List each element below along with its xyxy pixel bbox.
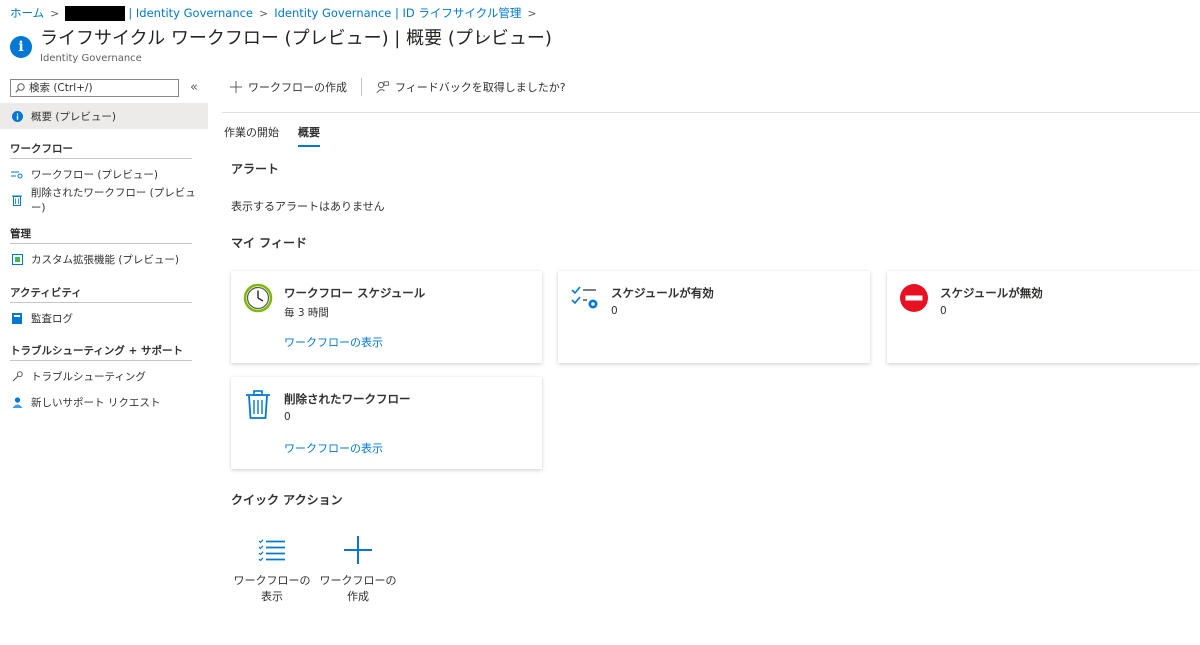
sidebar-item-label: カスタム拡張機能 (プレビュー) bbox=[31, 253, 180, 266]
quick-action-label-line1: ワークフローの bbox=[233, 574, 311, 587]
sidebar-item-label: トラブルシューティング bbox=[31, 370, 146, 383]
card-title: 削除されたワークフロー bbox=[284, 392, 411, 406]
sidebar-item-label: 新しいサポート リクエスト bbox=[31, 396, 161, 409]
sidebar-item-deleted-workflows[interactable]: 削除されたワークフロー (プレビュー) bbox=[0, 187, 208, 214]
wrench-icon bbox=[11, 370, 23, 382]
card-title: ワークフロー スケジュール bbox=[284, 286, 426, 300]
sidebar-item-support-request[interactable]: 新しいサポート リクエスト bbox=[0, 389, 208, 415]
clock-icon bbox=[243, 283, 273, 313]
sidebar-item-overview[interactable]: 概要 (プレビュー) bbox=[0, 103, 208, 129]
feed-heading: マイ フィード bbox=[231, 236, 307, 250]
sidebar-item-label: 監査ログ bbox=[31, 312, 73, 325]
card-value: 0 bbox=[611, 305, 618, 317]
collapse-sidebar-button[interactable]: « bbox=[190, 80, 198, 95]
sidebar-search[interactable] bbox=[10, 79, 179, 97]
sidebar-item-label: 削除されたワークフロー (プレビュー) bbox=[30, 187, 196, 214]
workflow-schedule-card: ワークフロー スケジュール 毎 3 時間 ワークフローの表示 bbox=[231, 271, 542, 363]
sidebar-item-audit-logs[interactable]: 監査ログ bbox=[0, 305, 208, 331]
alerts-empty-message: 表示するアラートはありません bbox=[231, 200, 385, 213]
sidebar-item-troubleshooting[interactable]: トラブルシューティング bbox=[0, 363, 208, 389]
view-workflows-link[interactable]: ワークフローの表示 bbox=[284, 440, 383, 456]
card-title: スケジュールが無効 bbox=[940, 286, 1043, 300]
chevron-right-icon: > bbox=[527, 6, 537, 20]
breadcrumb-tenant[interactable]: | Identity Governance bbox=[128, 6, 253, 20]
card-title: スケジュールが有効 bbox=[611, 286, 714, 300]
redacted-tenant-name bbox=[65, 5, 126, 21]
workflow-icon bbox=[11, 168, 23, 180]
quick-action-label-line2: 作成 bbox=[347, 590, 369, 603]
card-value: 毎 3 時間 bbox=[284, 307, 329, 319]
checklist-gear-icon bbox=[570, 283, 600, 313]
view-workflows-link[interactable]: ワークフローの表示 bbox=[284, 334, 383, 350]
trash-icon bbox=[11, 194, 23, 206]
sidebar-item-label: 概要 (プレビュー) bbox=[31, 110, 117, 123]
feedback-button[interactable]: フィードバックを取得しましたか? bbox=[368, 79, 574, 95]
sidebar-section-workflow: ワークフロー bbox=[10, 139, 192, 159]
card-value: 0 bbox=[284, 411, 291, 423]
plus-icon bbox=[230, 81, 242, 93]
breadcrumb: ホーム > | Identity Governance > Identity G… bbox=[10, 5, 543, 21]
quick-action-view-workflows[interactable]: ワークフローの 表示 bbox=[232, 535, 312, 605]
create-workflow-button[interactable]: ワークフローの作成 bbox=[222, 79, 355, 95]
alerts-heading: アラート bbox=[231, 162, 280, 176]
sidebar: « 概要 (プレビュー) ワークフロー ワークフロー (プレビュー) 削除された… bbox=[0, 77, 208, 645]
command-bar: ワークフローの作成 フィードバックを取得しましたか? bbox=[222, 75, 574, 99]
quick-action-label-line2: 表示 bbox=[261, 590, 283, 603]
sidebar-item-label: ワークフロー (プレビュー) bbox=[31, 168, 159, 181]
schedule-enabled-card: スケジュールが有効 0 bbox=[558, 271, 870, 363]
person-support-icon bbox=[11, 396, 23, 408]
card-value: 0 bbox=[940, 305, 947, 317]
extension-icon bbox=[11, 253, 23, 265]
page-header: i ライフサイクル ワークフロー (プレビュー) | 概要 (プレビュー) Id… bbox=[10, 27, 552, 64]
sidebar-section-troubleshoot: トラブルシューティング + サポート bbox=[10, 341, 192, 361]
quick-action-create-workflow[interactable]: ワークフローの 作成 bbox=[318, 535, 398, 605]
chevron-right-icon: > bbox=[259, 6, 269, 20]
search-icon bbox=[15, 83, 25, 93]
blocked-icon bbox=[899, 283, 929, 313]
sidebar-item-custom-extensions[interactable]: カスタム拡張機能 (プレビュー) bbox=[0, 246, 208, 272]
sidebar-section-manage: 管理 bbox=[10, 224, 192, 244]
sidebar-section-activity: アクティビティ bbox=[10, 283, 192, 303]
sidebar-item-workflows[interactable]: ワークフロー (プレビュー) bbox=[0, 161, 208, 187]
command-bar-divider bbox=[222, 112, 1200, 113]
list-icon bbox=[232, 535, 312, 565]
info-icon bbox=[11, 110, 23, 122]
page-title: ライフサイクル ワークフロー (プレビュー) | 概要 (プレビュー) bbox=[40, 28, 552, 49]
breadcrumb-home[interactable]: ホーム bbox=[10, 5, 44, 21]
chevron-right-icon: > bbox=[50, 6, 60, 20]
feedback-label: フィードバックを取得しましたか? bbox=[395, 81, 566, 94]
more-options-button[interactable]: ··· bbox=[477, 30, 492, 45]
page-subtitle: Identity Governance bbox=[40, 53, 142, 64]
schedule-disabled-card: スケジュールが無効 0 bbox=[887, 271, 1200, 363]
book-icon bbox=[11, 312, 23, 324]
tab-getting-started[interactable]: 作業の開始 bbox=[224, 124, 279, 147]
breadcrumb-lifecycle[interactable]: Identity Governance | ID ライフサイクル管理 bbox=[274, 5, 521, 21]
plus-icon bbox=[318, 535, 398, 565]
info-icon: i bbox=[10, 36, 32, 58]
trash-icon bbox=[243, 389, 273, 419]
deleted-workflows-card: 削除されたワークフロー 0 ワークフローの表示 bbox=[231, 377, 542, 469]
create-workflow-label: ワークフローの作成 bbox=[248, 81, 347, 94]
feedback-person-icon bbox=[376, 80, 389, 94]
toolbar-divider bbox=[361, 78, 362, 96]
search-input[interactable] bbox=[29, 82, 169, 94]
quick-action-label-line1: ワークフローの bbox=[319, 574, 397, 587]
quick-actions-heading: クイック アクション bbox=[231, 493, 343, 507]
tab-overview[interactable]: 概要 bbox=[298, 124, 320, 147]
tab-list: 作業の開始 概要 bbox=[224, 124, 339, 147]
